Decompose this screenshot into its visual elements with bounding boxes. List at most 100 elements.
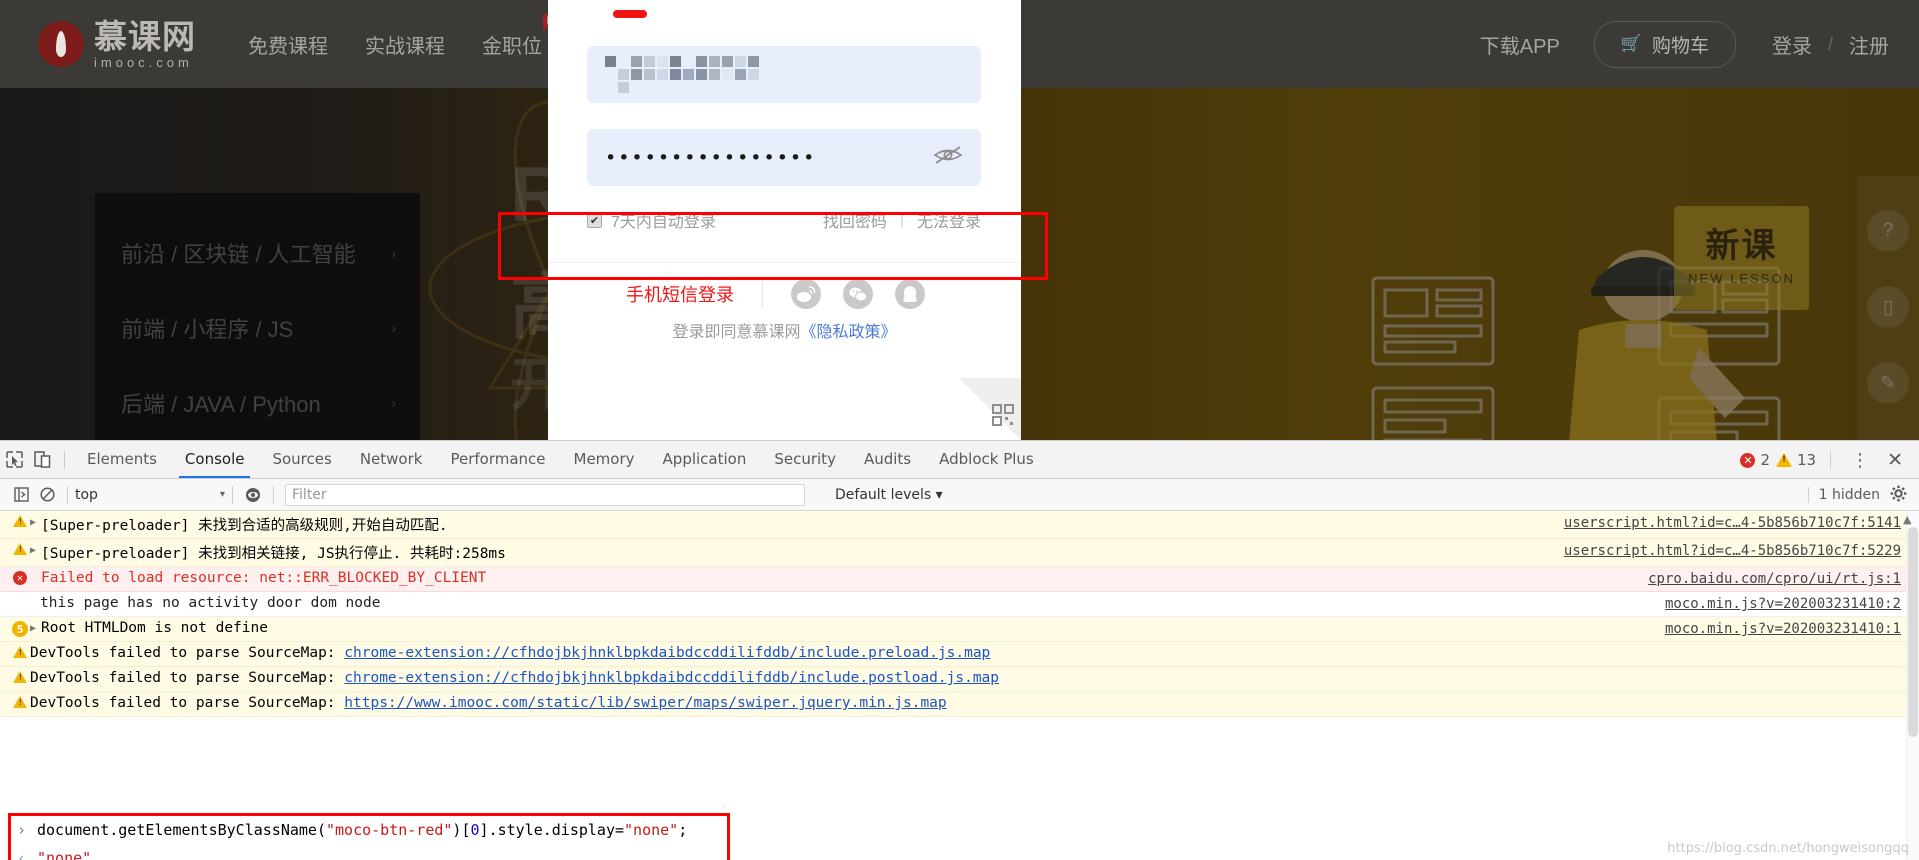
logo-en: imooc.com [94, 54, 193, 70]
inspect-element-icon[interactable] [0, 441, 28, 479]
nav-item-gold-jobs[interactable]: 金职位N [482, 13, 558, 59]
privacy-policy-link[interactable]: 《隐私政策》 [801, 324, 897, 341]
download-app-link[interactable]: 下载APP [1480, 30, 1560, 59]
devtools-panel: Elements Console Sources Network Perform… [0, 440, 1919, 860]
message-source-link[interactable]: moco.min.js?v=202003231410:2 [1665, 596, 1901, 612]
console-command-line[interactable]: › document.getElementsByClassName("moco-… [11, 816, 727, 844]
tab-application[interactable]: Application [649, 441, 761, 478]
tab-security[interactable]: Security [760, 441, 850, 478]
command-part4: ; [678, 821, 688, 839]
eye-off-icon[interactable] [933, 145, 963, 171]
tab-memory[interactable]: Memory [560, 441, 649, 478]
warning-icon [10, 515, 30, 527]
expand-arrow-icon[interactable]: ▶ [30, 517, 41, 528]
auto-login-label: 7天内自动登录 [611, 214, 716, 231]
qr-switch-corner[interactable] [959, 378, 1021, 440]
cannot-login-link[interactable]: 无法登录 [917, 208, 981, 232]
message-prefix: DevTools failed to parse SourceMap: [30, 695, 345, 711]
device-toolbar-icon[interactable] [28, 441, 56, 479]
command-text: document.getElementsByClassName("moco-bt… [37, 821, 687, 839]
message-source-link[interactable]: userscript.html?id=c…4-5b856b710c7f:5141 [1564, 515, 1901, 531]
console-sidebar-icon[interactable] [8, 479, 34, 511]
active-tab-underline [613, 10, 647, 18]
tab-elements[interactable]: Elements [73, 441, 171, 478]
console-message[interactable]: DevTools failed to parse SourceMap: chro… [0, 642, 1919, 667]
sourcemap-link[interactable]: chrome-extension://cfhdojbkjhnklbpkdaibd… [344, 645, 990, 661]
eye-off-svg [933, 145, 963, 164]
tab-sources[interactable]: Sources [258, 441, 345, 478]
eye-svg [246, 487, 260, 502]
tab-performance[interactable]: Performance [436, 441, 559, 478]
scroll-up-icon[interactable]: ▲ [1903, 513, 1915, 526]
sourcemap-link[interactable]: chrome-extension://cfhdojbkjhnklbpkdaibd… [344, 670, 999, 686]
nav-item-free-courses[interactable]: 免费课程 [248, 30, 328, 59]
console-message[interactable]: 5 ▶ Root HTMLDom is not define moco.min.… [0, 617, 1919, 642]
qq-svg [903, 286, 917, 302]
error-count-badge[interactable]: ✕ 2 [1740, 451, 1770, 469]
console-message[interactable]: ✕ Failed to load resource: net::ERR_BLOC… [0, 567, 1919, 592]
tab-audits[interactable]: Audits [850, 441, 925, 478]
console-message[interactable]: DevTools failed to parse SourceMap: http… [0, 692, 1919, 717]
find-password-link[interactable]: 找回密码 [823, 208, 887, 232]
message-prefix: DevTools failed to parse SourceMap: [30, 645, 345, 661]
tab-adblock-plus[interactable]: Adblock Plus [925, 441, 1048, 478]
gear-icon[interactable] [1890, 485, 1907, 506]
watermark-text: https://blog.csdn.net/hongweisongqq [1667, 841, 1909, 856]
nav-label: 金职位 [482, 35, 542, 58]
close-icon[interactable]: ✕ [1881, 449, 1909, 471]
cart-button[interactable]: 🛒 购物车 [1593, 20, 1736, 68]
register-link[interactable]: 注册 [1849, 30, 1889, 59]
qq-icon[interactable] [895, 279, 925, 309]
webpage-viewport: 慕课网 imooc.com 免费课程 实战课程 金职位N 专栏 猿 下载APP … [0, 0, 1919, 440]
alternate-login-row: 手机短信登录 [548, 272, 1021, 316]
sms-login-link[interactable]: 手机短信登录 [626, 281, 734, 307]
repeat-count: 5 [12, 621, 28, 637]
password-input[interactable]: •••••••••••••••• [587, 129, 981, 186]
wechat-icon[interactable] [843, 279, 873, 309]
console-scrollbar[interactable]: ▲ [1903, 511, 1919, 860]
clear-console-icon[interactable] [34, 479, 60, 511]
message-prefix: DevTools failed to parse SourceMap: [30, 670, 345, 686]
filter-input[interactable]: Filter [285, 483, 805, 506]
result-value: "none" [37, 849, 92, 860]
expand-arrow-icon[interactable]: ▶ [30, 623, 41, 634]
sourcemap-link[interactable]: https://www.imooc.com/static/lib/swiper/… [344, 695, 946, 711]
nav-item-practical-courses[interactable]: 实战课程 [365, 30, 445, 59]
login-link[interactable]: 登录 [1772, 30, 1812, 59]
warning-count: 13 [1796, 451, 1817, 469]
nav-label: 免费课程 [248, 35, 328, 58]
live-expression-icon[interactable] [240, 479, 266, 511]
qrcode-svg [992, 404, 1014, 426]
console-message[interactable]: DevTools failed to parse SourceMap: chro… [0, 667, 1919, 692]
toolbar-divider [64, 450, 65, 469]
filterbar-right: 1 hidden [1807, 479, 1907, 511]
console-message[interactable]: ▶ [Super-preloader] 未找到合适的高级规则,开始自动匹配. u… [0, 511, 1919, 539]
auto-login-checkbox[interactable]: ✔ [587, 212, 602, 228]
command-part1: document.getElementsByClassName( [37, 821, 326, 839]
execution-context-select[interactable]: top ▾ [75, 487, 225, 503]
message-source-link[interactable]: cpro.baidu.com/cpro/ui/rt.js:1 [1648, 571, 1901, 587]
result-arrow-icon: ‹ [17, 849, 27, 860]
clear-svg [39, 487, 55, 502]
kebab-menu-icon[interactable]: ⋮ [1845, 450, 1875, 471]
log-levels-dropdown[interactable]: Default levels ▾ [835, 487, 943, 503]
username-input[interactable] [587, 46, 981, 103]
command-part3: ].style.display= [479, 821, 625, 839]
message-text: DevTools failed to parse SourceMap: http… [30, 695, 1901, 711]
message-source-link[interactable]: moco.min.js?v=202003231410:1 [1665, 621, 1901, 637]
tab-network[interactable]: Network [346, 441, 437, 478]
navbar-right: 下载APP 🛒 购物车 登录 / 注册 [1480, 0, 1889, 88]
message-source-link[interactable]: userscript.html?id=c…4-5b856b710c7f:5229 [1564, 543, 1901, 559]
tab-console[interactable]: Console [171, 441, 259, 478]
scrollbar-thumb[interactable] [1908, 527, 1918, 737]
console-message[interactable]: this page has no activity door dom node … [0, 592, 1919, 617]
error-icon: ✕ [1740, 452, 1756, 468]
weibo-icon[interactable] [791, 279, 821, 309]
console-messages-area[interactable]: ▶ [Super-preloader] 未找到合适的高级规则,开始自动匹配. u… [0, 511, 1919, 860]
site-logo[interactable]: 慕课网 imooc.com [38, 20, 196, 69]
console-message[interactable]: ▶ [Super-preloader] 未找到相关链接, JS执行停止. 共耗时… [0, 539, 1919, 567]
warning-count-badge[interactable]: 13 [1775, 451, 1817, 469]
message-text: DevTools failed to parse SourceMap: chro… [30, 670, 1901, 686]
expand-arrow-icon[interactable]: ▶ [30, 545, 41, 556]
imooc-flame-icon [38, 21, 84, 67]
